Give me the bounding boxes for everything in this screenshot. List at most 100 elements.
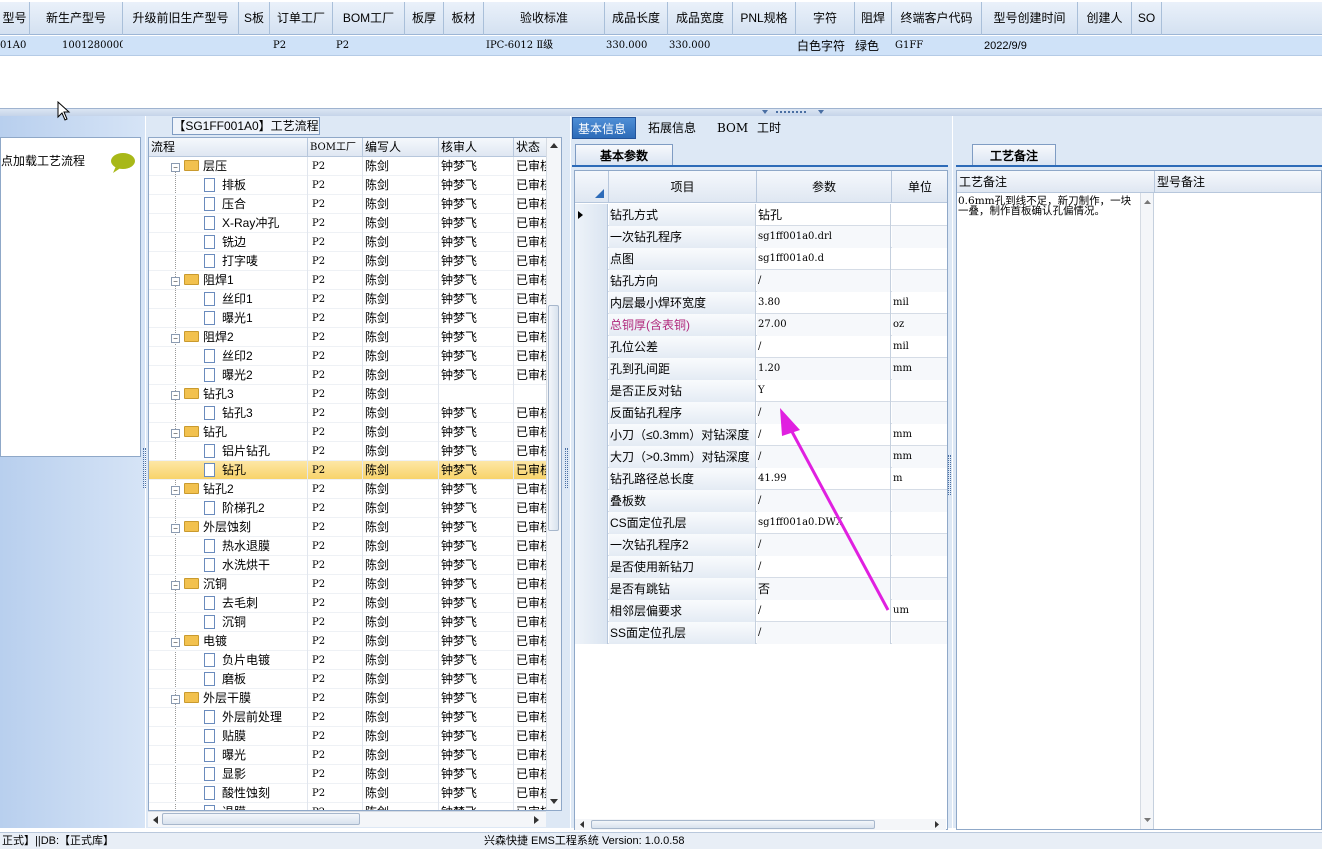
- tree-node[interactable]: − 阻焊2: [149, 328, 308, 347]
- scroll-down-icon[interactable]: [549, 798, 559, 806]
- product-grid-column-header[interactable]: 板厚: [405, 2, 444, 35]
- param-row[interactable]: 钻孔方向 /: [575, 270, 947, 292]
- tree-row[interactable]: 打字唛 P2 陈剑 钟梦飞 已审核: [149, 252, 554, 271]
- tree-row[interactable]: − 电镀 P2 陈剑 钟梦飞 已审核: [149, 632, 554, 651]
- tree-row[interactable]: 退膜P2陈剑钟梦飞已审核: [149, 803, 554, 810]
- product-grid-column-header[interactable]: 终端客户代码: [892, 2, 982, 35]
- tree-node[interactable]: − 钻孔3: [149, 385, 308, 404]
- row-header[interactable]: [575, 226, 608, 248]
- collapse-icon[interactable]: −: [171, 277, 180, 286]
- tree-node[interactable]: 丝印1: [149, 290, 308, 309]
- product-grid-column-header[interactable]: 验收标准: [484, 2, 605, 35]
- product-grid-cell[interactable]: [123, 36, 239, 56]
- tree-row[interactable]: 曝光 P2 陈剑 钟梦飞 已审核: [149, 746, 554, 765]
- tree-node[interactable]: − 沉铜: [149, 575, 308, 594]
- tree-node[interactable]: 铣边: [149, 233, 308, 252]
- load-process-panel[interactable]: 点加载工艺流程: [0, 137, 141, 457]
- param-row[interactable]: 孔位公差 / mil: [575, 336, 947, 358]
- tree-row[interactable]: 磨板 P2 陈剑 钟梦飞 已审核: [149, 670, 554, 689]
- tree-node[interactable]: 排板: [149, 176, 308, 195]
- tree-row[interactable]: 阶梯孔2 P2 陈剑 钟梦飞 已审核: [149, 499, 554, 518]
- tree-node[interactable]: X-Ray冲孔: [149, 214, 308, 233]
- tree-row[interactable]: 显影 P2 陈剑 钟梦飞 已审核: [149, 765, 554, 784]
- tree-node[interactable]: 显影: [149, 765, 308, 784]
- process-flow-tree[interactable]: 流程 BOM工厂 编写人 核审人 状态 − 层压 P2 陈剑 钟梦飞 已审核 排板 P2 陈剑 钟梦飞 已审…: [148, 137, 562, 811]
- tree-node[interactable]: − 层压: [149, 157, 308, 176]
- tree-row[interactable]: 曝光2 P2 陈剑 钟梦飞 已审核: [149, 366, 554, 385]
- tree-row[interactable]: 曝光1 P2 陈剑 钟梦飞 已审核: [149, 309, 554, 328]
- row-header[interactable]: [575, 204, 608, 226]
- tree-row[interactable]: 铣边 P2 陈剑 钟梦飞 已审核: [149, 233, 554, 252]
- tree-node[interactable]: 阶梯孔2: [149, 499, 308, 518]
- tree-node[interactable]: 贴膜: [149, 727, 308, 746]
- tree-row[interactable]: 外层前处理 P2 陈剑 钟梦飞 已审核: [149, 708, 554, 727]
- product-grid-column-header[interactable]: SO: [1132, 2, 1162, 35]
- product-grid-cell[interactable]: P2: [336, 36, 405, 56]
- tree-row[interactable]: X-Ray冲孔 P2 陈剑 钟梦飞 已审核: [149, 214, 554, 233]
- collapse-icon[interactable]: −: [171, 695, 180, 704]
- tree-node[interactable]: 打字唛: [149, 252, 308, 271]
- tree-column-header[interactable]: 流程: [149, 138, 308, 157]
- tree-row[interactable]: 沉铜 P2 陈剑 钟梦飞 已审核: [149, 613, 554, 632]
- tree-horizontal-scroll-thumb[interactable]: [162, 813, 360, 825]
- tree-node[interactable]: 水洗烘干: [149, 556, 308, 575]
- param-value[interactable]: /: [757, 336, 891, 358]
- param-row[interactable]: 孔到孔间距 1.20 mm: [575, 358, 947, 380]
- product-grid-cell[interactable]: [444, 36, 484, 56]
- horizontal-splitter[interactable]: [0, 108, 1322, 116]
- product-grid-cell[interactable]: 330.000: [606, 36, 668, 56]
- scroll-right-icon[interactable]: [533, 815, 541, 825]
- product-grid-column-header[interactable]: 创建人: [1078, 2, 1132, 35]
- speech-bubble-icon[interactable]: [109, 152, 137, 174]
- tree-node[interactable]: 热水退膜: [149, 537, 308, 556]
- tree-node[interactable]: 退膜: [149, 803, 308, 810]
- product-grid-column-header[interactable]: PNL规格: [733, 2, 796, 35]
- collapse-icon[interactable]: −: [171, 391, 180, 400]
- product-grid-column-header[interactable]: 升级前旧生产型号: [123, 2, 239, 35]
- product-grid-column-header[interactable]: S板: [239, 2, 270, 35]
- tree-row[interactable]: 钻孔3 P2 陈剑 钟梦飞 已审核: [149, 404, 554, 423]
- product-grid-cell[interactable]: 白色字符: [797, 36, 855, 56]
- tree-node[interactable]: 磨板: [149, 670, 308, 689]
- tree-node[interactable]: − 外层干膜: [149, 689, 308, 708]
- tree-node[interactable]: − 阻焊1: [149, 271, 308, 290]
- product-grid-cell[interactable]: [239, 36, 270, 56]
- tree-row[interactable]: 热水退膜 P2 陈剑 钟梦飞 已审核: [149, 537, 554, 556]
- tree-row[interactable]: − 钻孔3 P2 陈剑: [149, 385, 554, 404]
- tab-work-hours[interactable]: 工时: [752, 117, 792, 139]
- product-grid-column-header[interactable]: BOM工厂: [333, 2, 405, 35]
- param-row[interactable]: 点图 sg1ff001a0.d: [575, 248, 947, 270]
- param-row[interactable]: SS面定位孔层 /: [575, 622, 947, 644]
- param-row[interactable]: 钻孔方式 钻孔: [575, 204, 947, 226]
- tree-node[interactable]: 酸性蚀刻: [149, 784, 308, 803]
- param-value[interactable]: /: [757, 270, 891, 292]
- tree-node[interactable]: 压合: [149, 195, 308, 214]
- tree-row[interactable]: 水洗烘干 P2 陈剑 钟梦飞 已审核: [149, 556, 554, 575]
- tree-node[interactable]: 曝光2: [149, 366, 308, 385]
- tree-node[interactable]: − 外层蚀刻: [149, 518, 308, 537]
- param-value[interactable]: Y: [757, 380, 891, 402]
- row-header[interactable]: [575, 468, 608, 490]
- tree-node[interactable]: 铝片钻孔: [149, 442, 308, 461]
- param-value[interactable]: 钻孔: [757, 204, 891, 226]
- tree-row[interactable]: − 沉铜 P2 陈剑 钟梦飞 已审核: [149, 575, 554, 594]
- collapse-icon[interactable]: −: [171, 486, 180, 495]
- process-remark-text[interactable]: 0.6mm孔到线不足，新刀制作，一块一叠，制作首板确认孔偏情况。: [958, 196, 1138, 256]
- row-header[interactable]: [575, 314, 608, 336]
- tree-column-header[interactable]: BOM工厂: [308, 138, 363, 157]
- product-grid-cell[interactable]: [1078, 36, 1132, 56]
- tree-node[interactable]: 钻孔: [149, 461, 308, 480]
- tree-row[interactable]: − 钻孔2 P2 陈剑 钟梦飞 已审核: [149, 480, 554, 499]
- collapse-icon[interactable]: −: [171, 163, 180, 172]
- tree-row[interactable]: 压合 P2 陈剑 钟梦飞 已审核: [149, 195, 554, 214]
- product-grid-column-header[interactable]: 型号: [0, 2, 30, 35]
- tree-vertical-scroll-thumb[interactable]: [548, 305, 559, 531]
- row-header[interactable]: [575, 490, 608, 512]
- tree-row[interactable]: 贴膜 P2 陈剑 钟梦飞 已审核: [149, 727, 554, 746]
- column-header-model-remark[interactable]: 型号备注: [1155, 171, 1321, 193]
- tree-node[interactable]: 钻孔3: [149, 404, 308, 423]
- product-grid-column-header[interactable]: 成品长度: [605, 2, 668, 35]
- tab-process-remarks[interactable]: 工艺备注: [972, 144, 1056, 166]
- tree-row[interactable]: 酸性蚀刻 P2 陈剑 钟梦飞 已审核: [149, 784, 554, 803]
- param-value[interactable]: /: [757, 622, 891, 644]
